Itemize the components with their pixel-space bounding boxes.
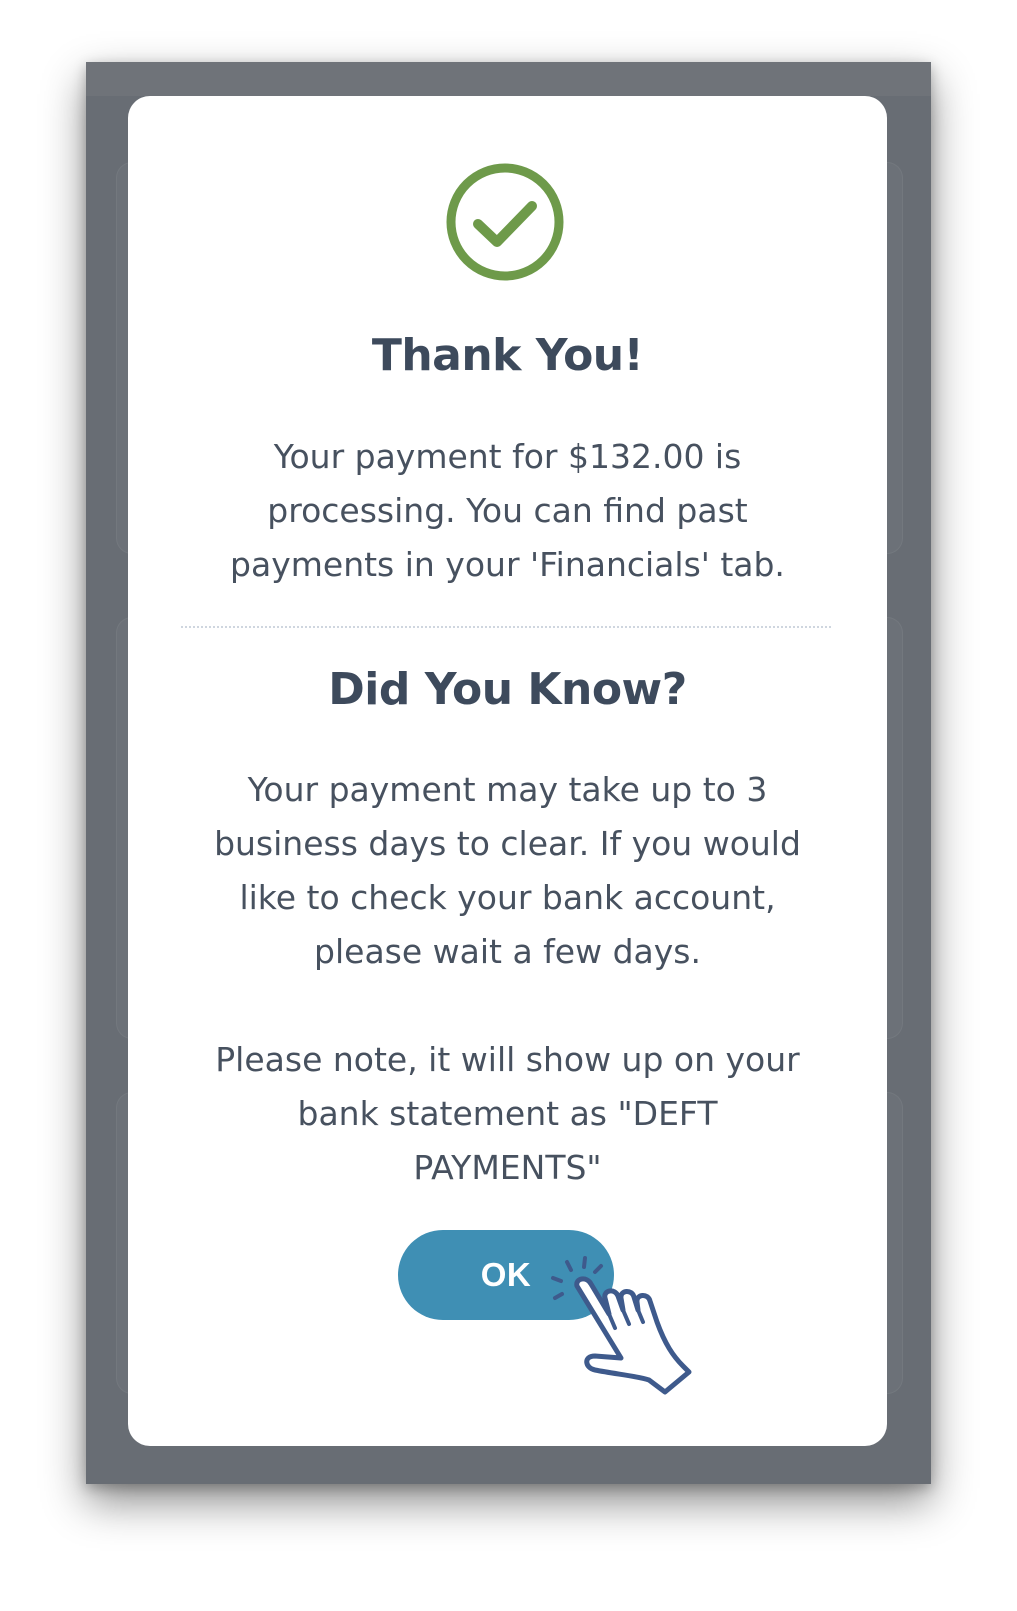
page: Thank You! Your payment for $132.00 is p… [0, 0, 1017, 1611]
hand-pointer-icon [551, 1256, 692, 1395]
info-body: Your payment may take up to 3 business d… [214, 770, 801, 971]
info-title: Did You Know? [328, 664, 687, 715]
payment-message: Your payment for $132.00 is processing. … [230, 437, 785, 584]
ok-button-label: OK [480, 1256, 532, 1293]
dialog-title: Thank You! [371, 330, 644, 381]
app-top-bar [86, 62, 931, 96]
check-circle-icon [446, 163, 564, 281]
divider [181, 626, 831, 628]
bank-statement-note: Please note, it will show up on your ban… [215, 1040, 800, 1187]
